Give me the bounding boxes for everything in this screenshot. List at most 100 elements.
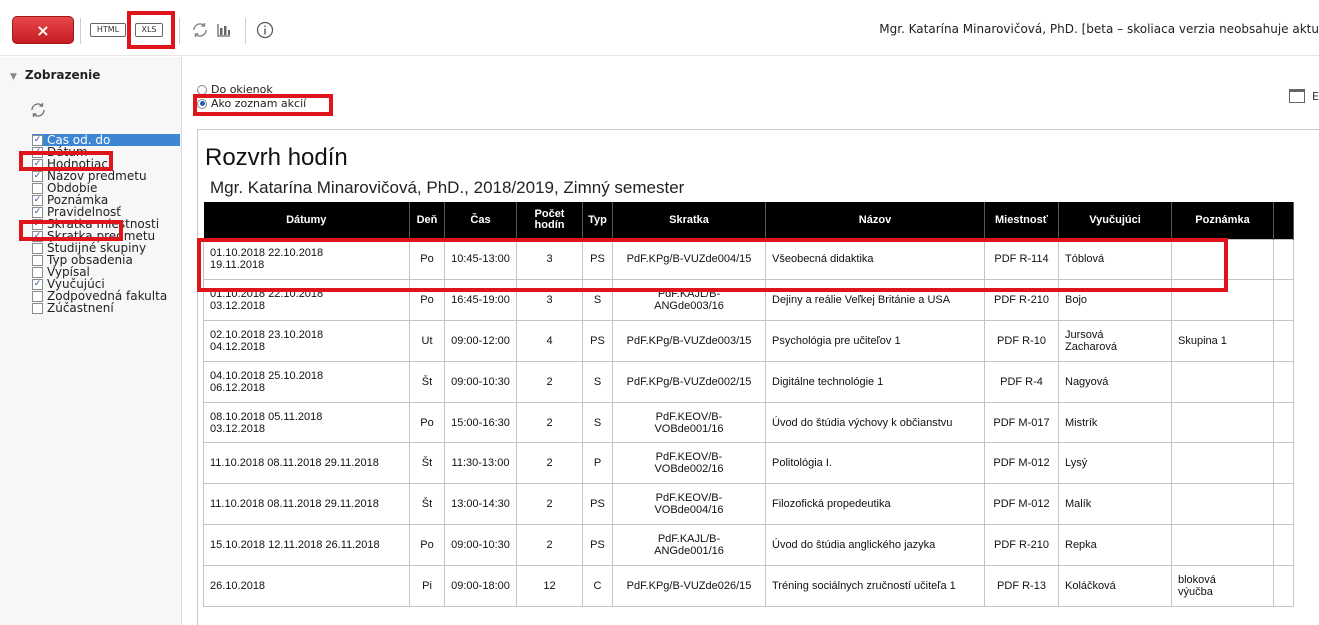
table-row[interactable]: 11.10.2018 08.11.2018 29.11.2018 Št 13:00-… [203,483,1294,526]
table-cell: 04.10.2018 25.10.2018 06.12.2018 [203,360,410,403]
html-export-button[interactable]: HTML [90,23,126,37]
table-cell: Št [409,442,445,485]
checkbox-checked[interactable]: ✓ [32,218,43,230]
table-cell: PdF.KPg/B-VUZde003/15 [612,320,766,362]
table-cell: PS [582,320,613,362]
close-button[interactable]: × [12,16,74,44]
collapse-arrow-icon[interactable]: ▼ [10,72,17,82]
table-cell: Po [409,524,445,566]
column-header[interactable]: Počet hodín [516,202,583,239]
table-cell-overflow [1273,401,1294,444]
table-cell: Všeobecná didaktika [765,238,985,281]
table-cell: 02.10.2018 23.10.2018 04.12.2018 [203,320,410,362]
table-cell: 10:45-13:00 [444,238,517,281]
table-cell: Digitálne technológie 1 [765,360,985,403]
checkbox-checked[interactable]: ✓ [32,134,43,146]
table-cell-overflow [1273,238,1294,281]
table-cell: 11.10.2018 08.11.2018 29.11.2018 [203,442,410,485]
radio-windows[interactable] [197,84,207,95]
checkbox-checked[interactable]: ✓ [32,206,43,218]
panel-refresh-icon[interactable] [29,101,47,119]
refresh-icon[interactable] [190,20,210,40]
checkbox-unchecked[interactable] [32,254,43,266]
checkbox-checked[interactable]: ✓ [32,194,43,206]
radio-windows-option[interactable]: Do okienok [197,83,273,96]
table-cell: PDF R-13 [984,564,1059,607]
checkbox-unchecked[interactable] [32,290,43,302]
table-row[interactable]: 26.10.2018 Pi 09:00-18:00 12 C PdF.KPg/B-VUZd… [203,564,1294,607]
column-header[interactable]: Typ [582,202,613,239]
calendar-icon[interactable] [1289,89,1305,103]
table-cell: 08.10.2018 05.11.2018 03.12.2018 [203,401,410,444]
table-row[interactable]: 01.10.2018 22.10.2018 03.12.2018 Po 16:45-… [203,279,1294,322]
column-header[interactable]: Skratka [612,202,766,239]
table-cell: PS [582,483,613,526]
checkbox-unchecked[interactable] [32,266,43,278]
user-info: Mgr. Katarína Minarovičová, PhD. [beta –… [879,22,1319,36]
table-cell: PdF.KEOV/B- VOBde002/16 [612,442,766,485]
panel-header[interactable]: ▼ Zobrazenie [10,68,100,82]
table-cell: 11:30-13:00 [444,442,517,485]
checkbox-checked[interactable]: ✓ [32,158,43,170]
table-cell: PDF R-210 [984,524,1059,566]
table-cell: PdF.KAJL/B- ANGde001/16 [612,524,766,566]
table-row[interactable]: 01.10.2018 22.10.2018 19.11.2018 Po 10:45-… [203,238,1294,281]
table-row[interactable]: 15.10.2018 12.11.2018 26.11.2018 Po 09:00-… [203,524,1294,566]
html-export-label: HTML [96,25,120,34]
table-cell: 3 [516,238,583,281]
table-cell: 26.10.2018 [203,564,410,607]
checkbox-unchecked[interactable] [32,302,43,314]
table-cell: Mistrík [1058,401,1172,444]
display-option-label: Zúčastnení [47,301,114,315]
checkbox-checked[interactable]: ✓ [32,278,43,290]
toolbar-separator [245,18,246,44]
table-cell: Lysý [1058,442,1172,485]
radio-list[interactable] [197,98,207,109]
radio-list-option[interactable]: Ako zoznam akcií [197,97,306,110]
column-header[interactable]: Názov [765,202,985,239]
table-row[interactable]: 04.10.2018 25.10.2018 06.12.2018 Št 09:00-… [203,360,1294,403]
table-cell: 09:00-18:00 [444,564,517,607]
table-cell: PDF R-4 [984,360,1059,403]
table-cell: PDF M-017 [984,401,1059,444]
table-row[interactable]: 11.10.2018 08.11.2018 29.11.2018 Št 11:30-… [203,442,1294,485]
table-cell: Malík [1058,483,1172,526]
column-header[interactable]: Vyučujúci [1058,202,1172,239]
table-cell-overflow [1273,279,1294,322]
column-header[interactable]: Deň [409,202,445,239]
column-header[interactable]: Čas [444,202,517,239]
table-row[interactable]: 08.10.2018 05.11.2018 03.12.2018 Po 15:00-… [203,401,1294,444]
checkbox-checked[interactable]: ✓ [32,170,43,182]
table-cell: 4 [516,320,583,362]
table-cell: 16:45-19:00 [444,279,517,322]
table-cell: PdF.KPg/B-VUZde002/15 [612,360,766,403]
table-cell [1171,238,1274,281]
table-cell: 09:00-10:30 [444,524,517,566]
close-icon: × [36,20,50,40]
checkbox-checked[interactable]: ✓ [32,230,43,242]
display-option[interactable]: Zúčastnení [32,302,180,314]
report-title: Rozvrh hodín [205,144,348,171]
column-header[interactable]: Dátumy [203,202,410,239]
xls-export-button[interactable]: XLS [135,23,163,37]
info-icon[interactable] [255,20,275,40]
table-cell: Dejiny a reálie Veľkej Británie a USA [765,279,985,322]
table-cell: 2 [516,360,583,403]
table-cell: C [582,564,613,607]
bar-chart-icon[interactable] [214,20,234,40]
checkbox-checked[interactable]: ✓ [32,146,43,158]
table-cell: 15.10.2018 12.11.2018 26.11.2018 [203,524,410,566]
table-cell: PDF M-012 [984,483,1059,526]
table-cell: Úvod do štúdia výchovy k občianstvu [765,401,985,444]
panel-title: Zobrazenie [24,68,101,82]
column-header-overflow [1273,202,1294,239]
checkbox-unchecked[interactable] [32,242,43,254]
table-row[interactable]: 02.10.2018 23.10.2018 04.12.2018 Ut 09:00-… [203,320,1294,362]
table-cell: PS [582,524,613,566]
table-cell: P [582,442,613,485]
table-cell: 3 [516,279,583,322]
column-header[interactable]: Poznámka [1171,202,1274,239]
column-header[interactable]: Miestnosť [984,202,1059,239]
checkbox-unchecked[interactable] [32,182,43,194]
table-cell-overflow [1273,564,1294,607]
